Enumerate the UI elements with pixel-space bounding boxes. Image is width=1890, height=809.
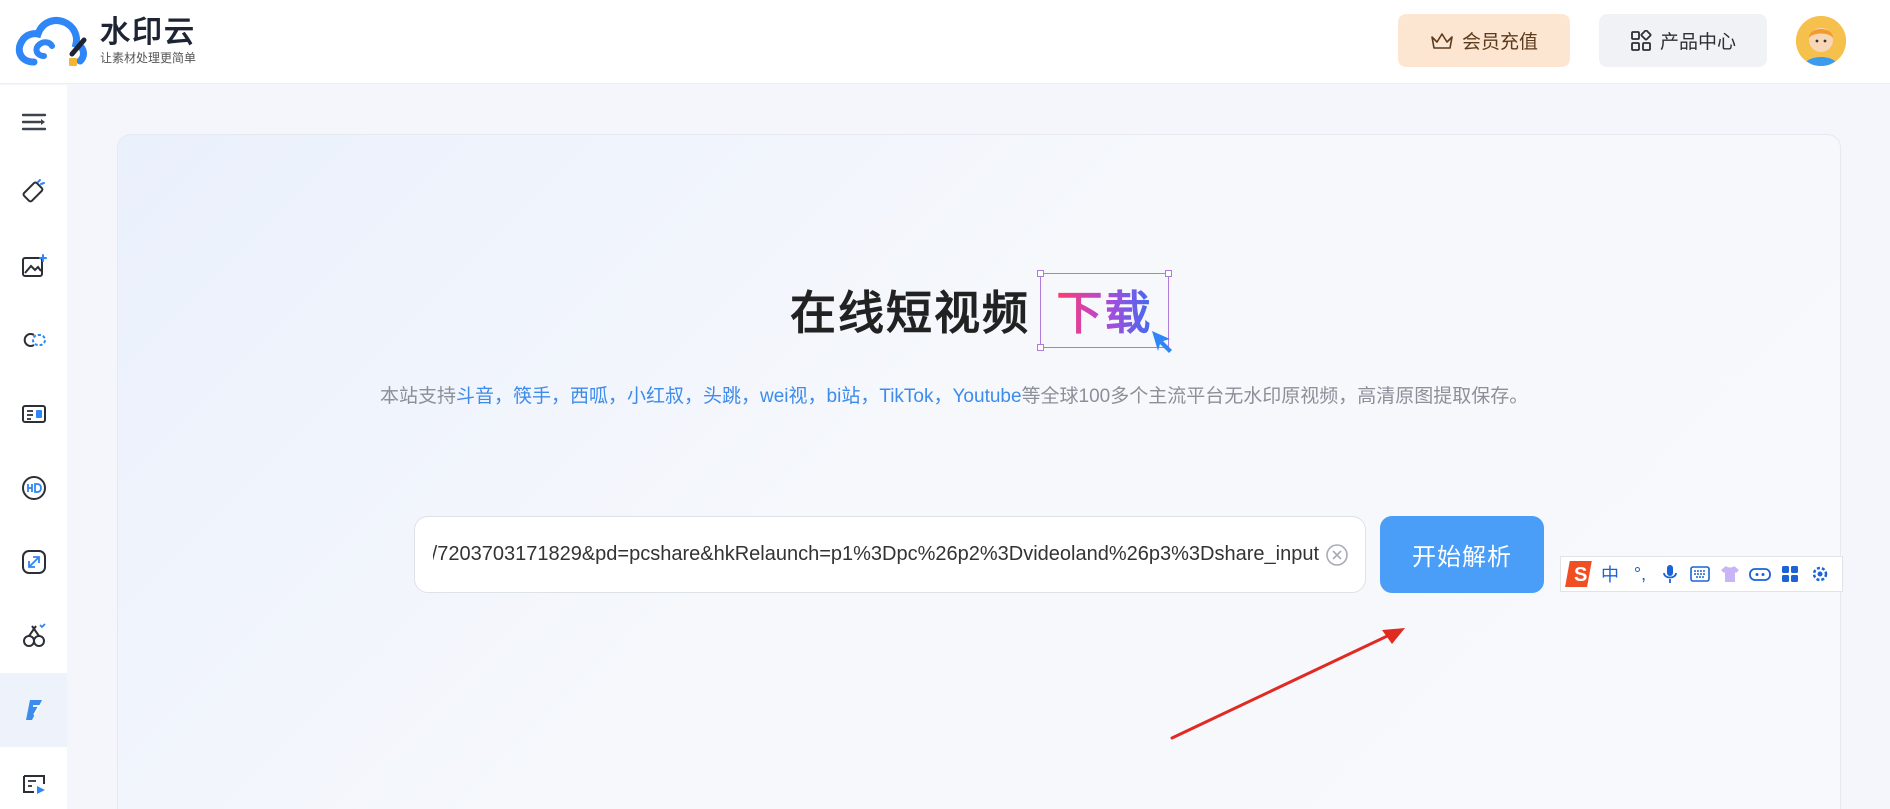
headline-highlight: 下载 — [1057, 277, 1153, 343]
page-headline: 在线短视频 下载 — [790, 269, 1172, 353]
avatar-face-icon — [1796, 16, 1846, 66]
url-input-wrapper — [414, 516, 1366, 593]
menu-icon — [21, 113, 46, 131]
svg-text:S: S — [1574, 564, 1587, 586]
sidebar-item-id-photo[interactable] — [0, 377, 67, 451]
image-edit-icon — [21, 254, 47, 277]
logo[interactable]: 水印云 让素材处理更简单 — [14, 12, 196, 70]
selection-handle — [1037, 269, 1044, 277]
sidebar-item-video-download[interactable] — [0, 673, 67, 747]
start-parse-button[interactable]: 开始解析 — [1380, 516, 1544, 593]
id-card-icon — [21, 405, 46, 423]
vip-recharge-button[interactable]: 会员充值 — [1398, 14, 1570, 67]
sidebar-item-image-edit[interactable] — [0, 229, 67, 303]
game-controller-icon[interactable] — [1745, 559, 1775, 589]
sidebar-item-remove-watermark[interactable] — [0, 155, 67, 229]
crown-icon — [1431, 32, 1453, 49]
microphone-icon[interactable] — [1655, 559, 1685, 589]
sidebar-item-menu[interactable] — [0, 85, 67, 159]
grid-apps-icon — [1631, 29, 1652, 51]
sidebar-item-expand[interactable] — [0, 525, 67, 599]
cursor-pointer-icon — [1152, 330, 1172, 353]
vip-recharge-label: 会员充值 — [1461, 32, 1538, 53]
product-center-button[interactable]: 产品中心 — [1599, 14, 1767, 67]
selection-handle — [1037, 343, 1044, 351]
brand-slogan: 让素材处理更简单 — [100, 51, 197, 65]
supported-platforms-text: 本站支持斗音，筷手，西呱，小红叔，头跳，wei视，bi站，TikTok，Yout… — [380, 381, 1580, 408]
subtitle-prefix: 本站支持 — [380, 386, 457, 407]
expand-icon — [21, 550, 46, 574]
selection-handle — [1165, 269, 1172, 277]
ime-mode-chinese[interactable]: 中 — [1595, 559, 1625, 589]
top-header: 水印云 让素材处理更简单 会员充值 产品中心 — [0, 0, 1890, 84]
download-video-icon — [25, 700, 42, 720]
eraser-icon — [22, 179, 45, 203]
subtitle-icon — [22, 775, 45, 794]
headline-highlight-box: 下载 — [1037, 269, 1172, 353]
sogou-logo-icon[interactable]: S — [1565, 559, 1595, 589]
subtitle-platforms: 斗音，筷手，西呱，小红叔，头跳，wei视，bi站，TikTok，Youtube — [456, 386, 1022, 407]
subtitle-suffix: 等全球100多个主流平台无水印原视频，高清原图提取保存。 — [1021, 386, 1529, 407]
ime-toolbar: S 中 °, — [1560, 556, 1843, 592]
product-center-label: 产品中心 — [1659, 32, 1736, 53]
user-avatar[interactable] — [1796, 16, 1846, 66]
main-panel — [117, 134, 1841, 809]
ime-punctuation[interactable]: °, — [1625, 559, 1655, 589]
sidebar-item-hd[interactable] — [0, 451, 67, 525]
apps-grid-icon[interactable] — [1775, 559, 1805, 589]
sidebar-item-cutout[interactable] — [0, 303, 67, 377]
annotation-arrow-icon — [1170, 628, 1405, 740]
hd-icon — [21, 476, 46, 500]
brand-name: 水印云 — [100, 16, 196, 49]
keyboard-icon[interactable] — [1685, 559, 1715, 589]
video-cut-icon — [22, 623, 46, 647]
skin-shirt-icon[interactable] — [1715, 559, 1745, 589]
headline-text: 在线短视频 — [790, 287, 1030, 339]
left-sidebar — [0, 85, 67, 809]
video-url-input[interactable] — [433, 517, 1323, 592]
cloud-logo-icon — [15, 17, 87, 66]
sidebar-item-subtitle[interactable] — [0, 747, 67, 809]
clear-input-icon[interactable] — [1325, 543, 1349, 567]
settings-gear-icon[interactable] — [1805, 559, 1835, 589]
sidebar-item-video-cut[interactable] — [0, 599, 67, 673]
cutout-icon — [23, 333, 46, 347]
